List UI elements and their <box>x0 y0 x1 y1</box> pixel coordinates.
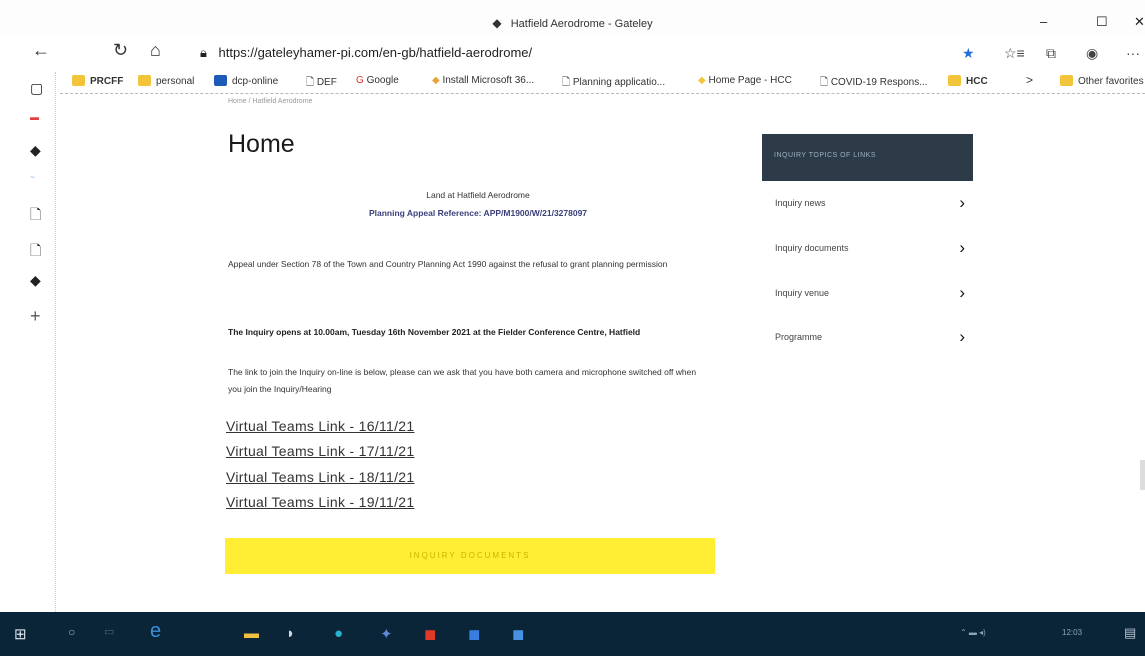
side-panel-item-label: Inquiry venue <box>775 288 830 298</box>
virtual-teams-link[interactable]: Virtual Teams Link - 18/11/21 <box>226 469 414 485</box>
page-icon: 🗋︎ <box>306 77 317 88</box>
side-panel-item-inquiry-venue[interactable]: Inquiry venue › <box>775 283 965 310</box>
window-title-text: Hatfield Aerodrome - Gateley <box>510 18 653 30</box>
chevron-right-icon: › <box>959 238 965 257</box>
task-view-icon[interactable]: ▭ <box>104 625 114 638</box>
favorites-button[interactable]: ☆≡ <box>1004 45 1025 62</box>
page-icon: 🗋︎ <box>562 77 573 88</box>
collections-icon[interactable]: ⧉ <box>1046 45 1056 62</box>
side-panel-item-inquiry-news[interactable]: Inquiry news › <box>775 193 965 220</box>
favorite-item[interactable]: 🗋︎ Planning applicatio... <box>562 75 665 92</box>
lock-icon: 🔒︎ <box>200 45 207 60</box>
virtual-teams-link[interactable]: Virtual Teams Link - 17/11/21 <box>226 443 414 459</box>
app-icon[interactable]: ● <box>334 625 343 642</box>
scrollbar[interactable] <box>1140 460 1145 490</box>
favorite-item[interactable]: ◆ Home Page - HCC <box>698 75 792 86</box>
favorites-overflow-button[interactable]: > <box>1026 73 1033 87</box>
outlook-icon[interactable]: ◼ <box>468 625 480 643</box>
sidebar-tab-icon[interactable]: ◆ <box>30 142 41 159</box>
side-panel-item-label: Inquiry news <box>775 198 826 208</box>
window-title: ◆ Hatfield Aerodrome - Gateley <box>0 16 1145 30</box>
appeal-text: Appeal under Section 78 of the Town and … <box>228 259 668 269</box>
app-icon[interactable]: ◗ <box>286 625 295 642</box>
page-title: Home <box>228 130 295 158</box>
side-panel-item-label: Programme <box>775 332 823 342</box>
back-button[interactable]: ← <box>32 40 50 61</box>
google-icon: G <box>356 75 367 86</box>
close-button[interactable]: ✕ <box>1134 14 1145 30</box>
favorite-item[interactable]: G Google <box>356 75 399 86</box>
join-instructions-text: The link to join the Inquiry on-line is … <box>228 367 697 394</box>
browser-sidebar: ▢ ▬ ◆ ~ 🗋︎ 🗋︎ ◆ + <box>0 72 56 612</box>
chevron-right-icon: › <box>959 327 965 346</box>
folder-icon <box>1060 75 1073 86</box>
office-icon: ◆ <box>432 75 443 86</box>
breadcrumb[interactable]: Home / Hatfield Aerodrome <box>228 98 312 105</box>
chevron-right-icon: › <box>959 283 965 302</box>
page-icon[interactable]: 🗋︎ <box>30 204 41 228</box>
windows-start-icon[interactable]: ⊞ <box>14 625 27 643</box>
page-icon: 🗋︎ <box>820 77 831 88</box>
favorite-item[interactable]: personal <box>138 75 194 87</box>
folder-icon <box>72 75 85 86</box>
new-tab-plus-icon[interactable]: + <box>30 306 41 327</box>
sidebar-tab-icon[interactable]: ~ <box>30 172 35 182</box>
site-favicon-icon: ◆ <box>492 16 502 30</box>
favorite-item[interactable]: PRCFF <box>72 75 123 87</box>
address-bar: ← ↻ ⌂ 🔒︎ https://gateleyhamer-pi.com/en-… <box>0 36 1145 70</box>
chevron-right-icon: › <box>959 193 965 212</box>
virtual-teams-link[interactable]: Virtual Teams Link - 19/11/21 <box>226 494 414 510</box>
favorite-item[interactable]: Other favorites <box>1060 75 1144 87</box>
favorite-star-button[interactable]: ★ <box>962 45 975 62</box>
taskbar: ⊞ ○ ▭ e ▬ ◗ ● ✦ ◼ ◼ ◼ ⌃ ▬ ◂) 12:03 ▤ <box>0 612 1145 656</box>
hcc-icon: ◆ <box>698 75 709 86</box>
page-icon[interactable]: 🗋︎ <box>30 240 41 264</box>
virtual-teams-link[interactable]: Virtual Teams Link - 16/11/21 <box>226 418 414 434</box>
app-icon <box>214 75 227 86</box>
favorite-item[interactable]: ◆ Install Microsoft 36... <box>432 75 534 86</box>
minimize-button[interactable]: – <box>1040 14 1047 29</box>
favorite-item[interactable]: 🗋︎ DEF <box>306 75 337 92</box>
reload-button[interactable]: ↻ <box>113 40 128 61</box>
folder-icon <box>948 75 961 86</box>
app-icon[interactable]: ◼ <box>512 625 524 643</box>
side-panel-item-programme[interactable]: Programme › <box>775 327 965 354</box>
notification-icon[interactable]: ▤ <box>1124 625 1136 641</box>
tab-actions-icon[interactable]: ▢ <box>30 80 43 97</box>
folder-icon <box>138 75 151 86</box>
file-explorer-icon[interactable]: ▬ <box>244 625 259 642</box>
favorite-item[interactable]: HCC <box>948 75 988 87</box>
favorite-item[interactable]: dcp-online <box>214 75 278 87</box>
sidebar-tab-icon[interactable]: ◆ <box>30 272 41 289</box>
inquiry-opens-text: The Inquiry opens at 10.00am, Tuesday 16… <box>228 327 641 337</box>
taskbar-clock[interactable]: 12:03 <box>1062 628 1082 637</box>
more-menu-button[interactable]: ··· <box>1126 45 1140 61</box>
side-panel-header: INQUIRY TOPICS OF LINKS <box>762 134 973 181</box>
sidebar-tab-icon[interactable]: ▬ <box>30 112 39 122</box>
title-bar: ◆ Hatfield Aerodrome - Gateley – ☐ ✕ <box>0 0 1145 36</box>
acrobat-icon[interactable]: ◼ <box>424 625 436 643</box>
url-text: https://gateleyhamer-pi.com/en-gb/hatfie… <box>218 45 533 60</box>
profile-avatar[interactable]: ◉ <box>1086 45 1098 62</box>
maximize-button[interactable]: ☐ <box>1096 14 1108 30</box>
url-field[interactable]: 🔒︎ https://gateleyhamer-pi.com/en-gb/hat… <box>200 45 532 61</box>
edge-icon[interactable]: e <box>150 620 161 643</box>
appeal-reference: Planning Appeal Reference: APP/M1900/W/2… <box>368 208 588 218</box>
favorite-item[interactable]: 🗋︎ COVID-19 Respons... <box>820 75 928 92</box>
land-line: Land at Hatfield Aerodrome <box>426 190 530 200</box>
favorites-bar: PRCFF personal dcp-online 🗋︎ DEF G Googl… <box>60 72 1145 94</box>
search-icon[interactable]: ○ <box>68 625 75 639</box>
inquiry-documents-button[interactable]: INQUIRY DOCUMENTS <box>225 538 715 574</box>
home-button[interactable]: ⌂ <box>150 40 161 61</box>
app-icon[interactable]: ✦ <box>380 625 393 643</box>
side-panel-item-inquiry-documents[interactable]: Inquiry documents › <box>775 238 965 265</box>
side-panel-item-label: Inquiry documents <box>775 243 849 253</box>
tray-icons[interactable]: ⌃ ▬ ◂) <box>960 628 986 637</box>
